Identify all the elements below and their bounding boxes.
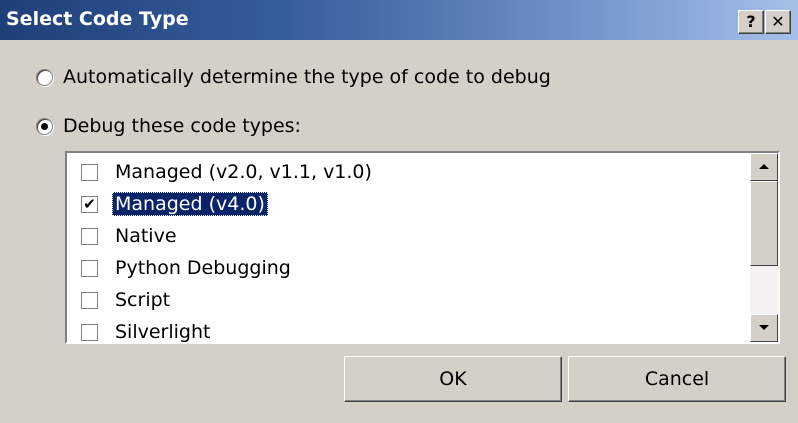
cancel-button[interactable]: Cancel bbox=[568, 356, 786, 402]
title-bar[interactable]: Select Code Type ? ✕ bbox=[0, 0, 798, 40]
code-type-checkbox[interactable] bbox=[81, 323, 98, 341]
code-type-label: Silverlight bbox=[115, 321, 211, 342]
auto-determine-label: Automatically determine the type of code… bbox=[63, 66, 551, 88]
code-type-checkbox[interactable] bbox=[81, 291, 98, 309]
code-type-item[interactable]: Silverlight bbox=[81, 319, 213, 342]
debug-these-types-option[interactable]: Debug these code types: bbox=[36, 115, 301, 137]
code-type-label: Python Debugging bbox=[115, 257, 291, 279]
code-type-checkbox[interactable] bbox=[81, 227, 98, 245]
dialog-title: Select Code Type bbox=[6, 8, 189, 30]
code-type-item[interactable]: ✔ Managed (v4.0) bbox=[81, 191, 268, 217]
code-type-checkbox[interactable] bbox=[81, 163, 98, 181]
debug-these-types-radio[interactable] bbox=[36, 117, 53, 135]
code-type-item[interactable]: Python Debugging bbox=[81, 255, 294, 281]
auto-determine-radio[interactable] bbox=[36, 68, 53, 86]
select-code-type-dialog: Select Code Type ? ✕ Automatically deter… bbox=[0, 0, 798, 423]
code-type-item[interactable]: Script bbox=[81, 287, 173, 313]
ok-button[interactable]: OK bbox=[344, 356, 562, 402]
vertical-scrollbar[interactable] bbox=[750, 153, 778, 342]
code-type-checkbox[interactable] bbox=[81, 259, 98, 277]
code-type-item[interactable]: Managed (v2.0, v1.1, v1.0) bbox=[81, 159, 375, 185]
code-types-list-items: Managed (v2.0, v1.1, v1.0) ✔ Managed (v4.0… bbox=[67, 153, 750, 342]
code-type-item[interactable]: Native bbox=[81, 223, 180, 249]
code-type-label: Managed (v4.0) bbox=[112, 192, 268, 216]
code-type-label: Managed (v2.0, v1.1, v1.0) bbox=[115, 161, 372, 183]
code-types-list[interactable]: Managed (v2.0, v1.1, v1.0) ✔ Managed (v4.0… bbox=[65, 151, 780, 344]
help-button[interactable]: ? bbox=[738, 10, 764, 34]
scroll-thumb[interactable] bbox=[750, 181, 778, 266]
code-type-label: Script bbox=[115, 289, 171, 311]
arrow-down-icon bbox=[759, 325, 769, 330]
close-button[interactable]: ✕ bbox=[765, 10, 791, 34]
code-type-label: Native bbox=[115, 225, 177, 247]
arrow-up-icon bbox=[759, 164, 769, 169]
debug-these-types-label: Debug these code types: bbox=[63, 115, 301, 137]
auto-determine-option[interactable]: Automatically determine the type of code… bbox=[36, 66, 551, 88]
scroll-up-button[interactable] bbox=[750, 153, 778, 181]
code-type-checkbox[interactable]: ✔ bbox=[81, 195, 98, 213]
scroll-down-button[interactable] bbox=[750, 314, 778, 342]
